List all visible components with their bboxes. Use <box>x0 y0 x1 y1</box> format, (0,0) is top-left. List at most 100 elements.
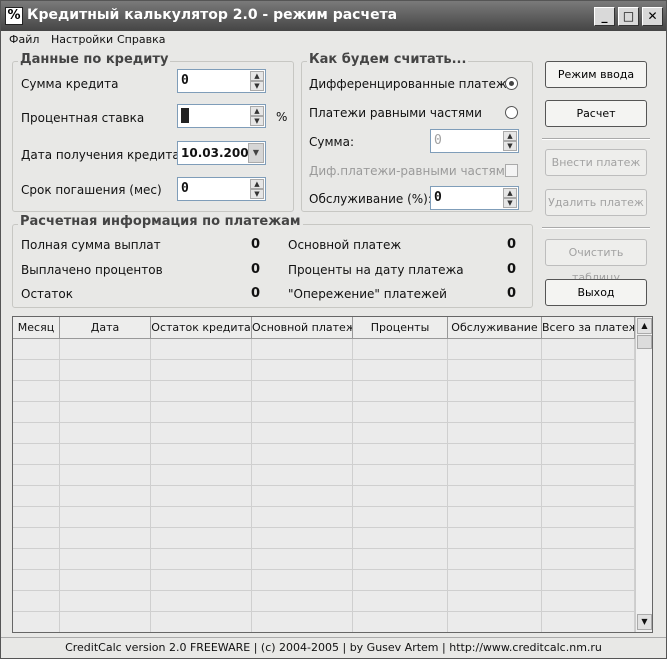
table-row[interactable] <box>13 549 635 570</box>
table-cell[interactable] <box>252 444 353 465</box>
table-cell[interactable] <box>448 381 542 402</box>
column-header[interactable]: Дата <box>60 317 151 339</box>
table-cell[interactable] <box>151 486 252 507</box>
term-stepper[interactable]: 0 ▲ ▼ <box>177 177 266 201</box>
table-cell[interactable] <box>252 402 353 423</box>
table-cell[interactable] <box>60 465 151 486</box>
table-cell[interactable] <box>542 507 635 528</box>
sum-stepper[interactable]: 0 ▲ ▼ <box>430 129 519 153</box>
table-cell[interactable] <box>448 423 542 444</box>
table-cell[interactable] <box>542 486 635 507</box>
up-arrow-icon[interactable]: ▲ <box>503 131 517 141</box>
down-arrow-icon[interactable]: ▼ <box>250 189 264 199</box>
table-body[interactable] <box>13 339 635 632</box>
column-header[interactable]: Основной платеж <box>252 317 353 339</box>
service-stepper[interactable]: 0 ▲ ▼ <box>430 186 519 210</box>
down-arrow-icon[interactable]: ▼ <box>503 141 517 151</box>
up-arrow-icon[interactable]: ▲ <box>250 106 264 116</box>
title-bar[interactable]: % Кредитный калькулятор 2.0 - режим расч… <box>1 1 666 31</box>
table-cell[interactable] <box>60 444 151 465</box>
equal-payments-label[interactable]: Платежи равными частями <box>309 106 482 120</box>
table-cell[interactable] <box>151 423 252 444</box>
down-arrow-icon[interactable]: ▼ <box>250 81 264 91</box>
table-cell[interactable] <box>542 570 635 591</box>
table-cell[interactable] <box>13 612 60 632</box>
table-cell[interactable] <box>353 528 448 549</box>
table-cell[interactable] <box>448 612 542 632</box>
table-cell[interactable] <box>13 402 60 423</box>
table-cell[interactable] <box>448 402 542 423</box>
table-cell[interactable] <box>353 570 448 591</box>
table-row[interactable] <box>13 507 635 528</box>
table-cell[interactable] <box>448 549 542 570</box>
mixed-payments-checkbox[interactable] <box>505 164 518 177</box>
table-cell[interactable] <box>60 612 151 632</box>
table-cell[interactable] <box>542 444 635 465</box>
table-row[interactable] <box>13 486 635 507</box>
table-cell[interactable] <box>151 528 252 549</box>
table-row[interactable] <box>13 612 635 632</box>
table-cell[interactable] <box>13 381 60 402</box>
table-cell[interactable] <box>542 360 635 381</box>
table-cell[interactable] <box>448 444 542 465</box>
diff-payments-label[interactable]: Дифференцированные платежи <box>309 77 515 91</box>
clear-table-button[interactable]: Очистить таблицу <box>545 239 647 284</box>
table-cell[interactable] <box>151 402 252 423</box>
table-cell[interactable] <box>353 507 448 528</box>
table-cell[interactable] <box>252 486 353 507</box>
exit-button[interactable]: Выход <box>545 279 647 306</box>
payments-table[interactable]: Месяц Дата Остаток кредита Основной плат… <box>12 316 653 633</box>
table-cell[interactable] <box>252 360 353 381</box>
menu-file[interactable]: Файл <box>9 33 39 46</box>
table-cell[interactable] <box>60 423 151 444</box>
table-cell[interactable] <box>542 612 635 632</box>
table-cell[interactable] <box>353 549 448 570</box>
table-cell[interactable] <box>60 339 151 360</box>
table-cell[interactable] <box>542 381 635 402</box>
table-row[interactable] <box>13 381 635 402</box>
maximize-button[interactable]: □ <box>618 7 639 26</box>
table-row[interactable] <box>13 570 635 591</box>
table-cell[interactable] <box>60 591 151 612</box>
table-cell[interactable] <box>252 612 353 632</box>
table-cell[interactable] <box>13 507 60 528</box>
table-row[interactable] <box>13 339 635 360</box>
table-cell[interactable] <box>252 381 353 402</box>
table-cell[interactable] <box>151 339 252 360</box>
menu-help[interactable]: Справка <box>117 33 165 46</box>
table-cell[interactable] <box>448 507 542 528</box>
table-cell[interactable] <box>353 423 448 444</box>
rate-stepper[interactable]: ▲ ▼ <box>177 104 266 128</box>
up-arrow-icon[interactable]: ▲ <box>250 179 264 189</box>
table-cell[interactable] <box>353 381 448 402</box>
minimize-button[interactable]: _ <box>594 7 615 26</box>
table-cell[interactable] <box>60 570 151 591</box>
column-header[interactable]: Месяц <box>13 317 60 339</box>
table-cell[interactable] <box>353 486 448 507</box>
table-cell[interactable] <box>151 465 252 486</box>
delete-payment-button[interactable]: Удалить платеж <box>545 189 647 216</box>
table-row[interactable] <box>13 465 635 486</box>
table-row[interactable] <box>13 360 635 381</box>
column-header[interactable]: Проценты <box>353 317 448 339</box>
table-cell[interactable] <box>13 528 60 549</box>
column-header[interactable]: Всего за платеж <box>542 317 635 339</box>
equal-payments-radio[interactable] <box>505 106 518 119</box>
table-cell[interactable] <box>542 402 635 423</box>
table-cell[interactable] <box>252 591 353 612</box>
table-cell[interactable] <box>151 549 252 570</box>
table-cell[interactable] <box>13 465 60 486</box>
table-cell[interactable] <box>448 591 542 612</box>
table-cell[interactable] <box>151 612 252 632</box>
table-cell[interactable] <box>151 507 252 528</box>
table-row[interactable] <box>13 528 635 549</box>
table-row[interactable] <box>13 423 635 444</box>
add-payment-button[interactable]: Внести платеж <box>545 149 647 176</box>
vertical-scrollbar[interactable]: ▲ ▼ <box>635 317 652 632</box>
column-header[interactable]: Обслуживание <box>448 317 542 339</box>
table-cell[interactable] <box>151 444 252 465</box>
table-cell[interactable] <box>13 486 60 507</box>
table-cell[interactable] <box>13 360 60 381</box>
amount-stepper[interactable]: 0 ▲ ▼ <box>177 69 266 93</box>
table-cell[interactable] <box>252 423 353 444</box>
